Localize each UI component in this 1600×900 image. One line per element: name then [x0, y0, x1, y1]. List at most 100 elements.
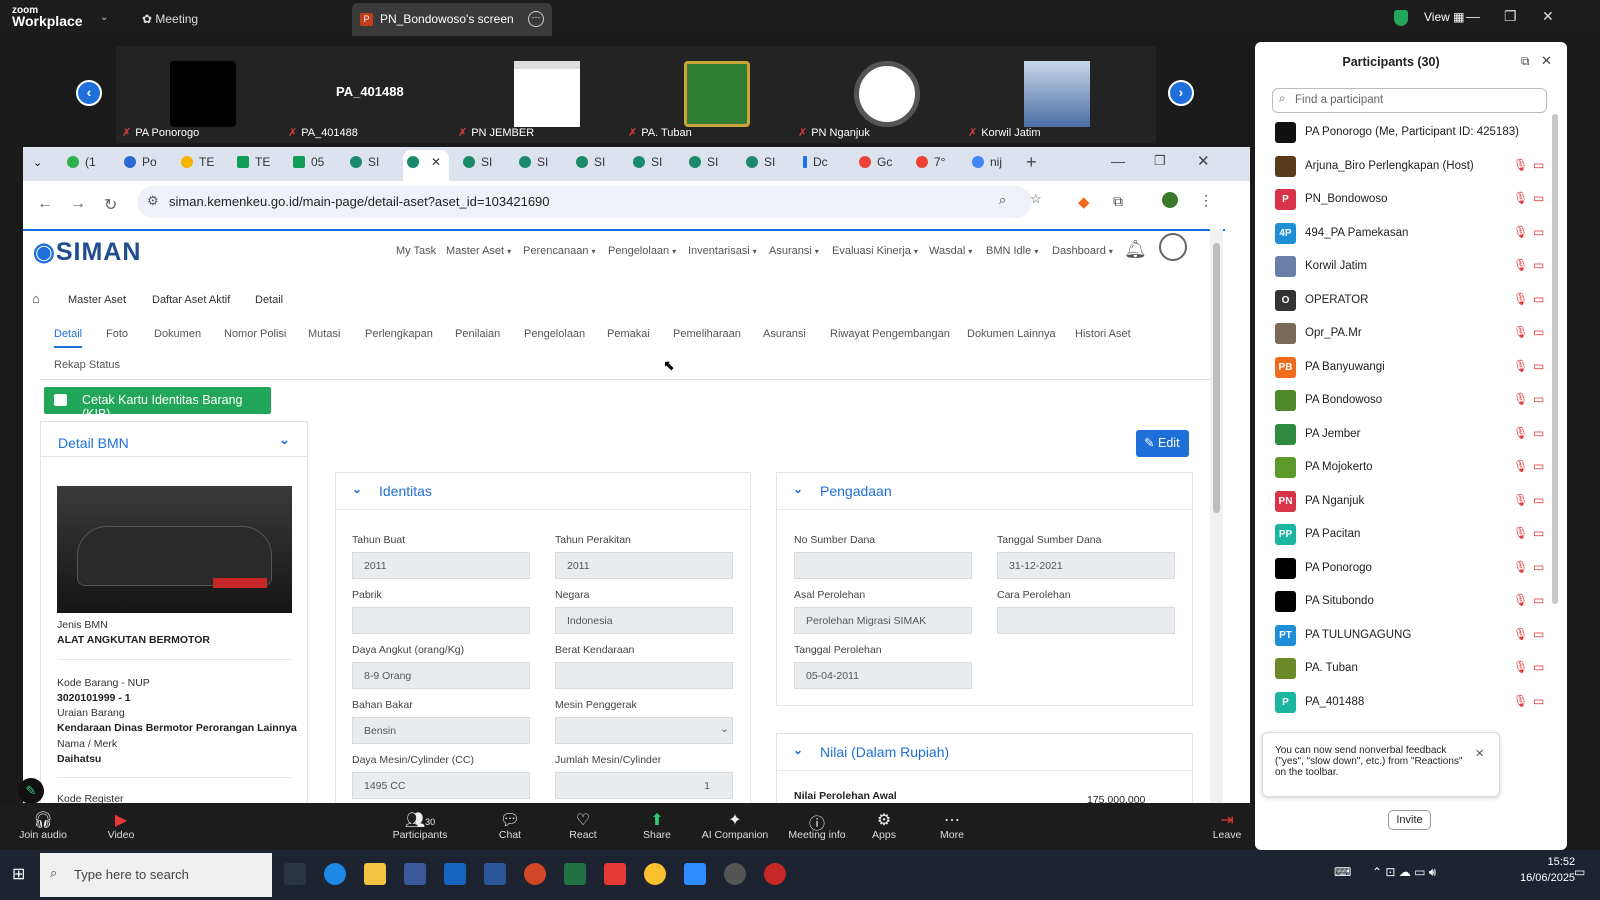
browser-minimize-icon[interactable]: —	[1111, 153, 1125, 169]
file-explorer-icon[interactable]	[364, 863, 386, 885]
keyboard-icon[interactable]: ⌨	[1334, 865, 1351, 879]
prev-page-button[interactable]: ‹	[76, 80, 102, 106]
nilai-header[interactable]: ⌄ Nilai (Dalam Rupiah)	[777, 734, 1192, 771]
video-button[interactable]: ▶︎ Video	[98, 810, 144, 841]
browser-menu-icon[interactable]: ⋮	[1199, 192, 1213, 209]
zoom-logo[interactable]: zoom Workplace	[12, 5, 83, 28]
daya-angkut-field[interactable]: 8-9 Orang	[352, 662, 530, 689]
tab-dokumen-lainnya[interactable]: Dokumen Lainnya	[967, 328, 1056, 340]
zoom-lens-icon[interactable]: ⌕	[999, 192, 1006, 208]
participant-row[interactable]: PN PA Nganjuk 🎙︎ ▭	[1275, 490, 1544, 524]
tab-search-icon[interactable]: ⌄	[33, 156, 42, 169]
share-button[interactable]: ⬆ Share	[636, 810, 678, 841]
meeting-info-button[interactable]: ⓘ Meeting info	[786, 810, 848, 841]
tab-pemakai[interactable]: Pemakai	[607, 328, 650, 340]
word-icon[interactable]	[484, 863, 506, 885]
back-icon[interactable]: ←	[37, 195, 53, 213]
minimize-icon[interactable]: —	[1466, 8, 1480, 24]
zoom-icon[interactable]	[684, 863, 706, 885]
react-button[interactable]: ♡ React	[562, 810, 604, 841]
tab-nomor-polisi[interactable]: Nomor Polisi	[224, 328, 286, 340]
edit-button[interactable]: ✎ Edit	[1136, 430, 1189, 457]
browser-restore-icon[interactable]: ❐	[1154, 153, 1166, 169]
panel-close-icon[interactable]: ✕	[1541, 53, 1552, 69]
bookmark-star-icon[interactable]: ☆	[1030, 191, 1042, 207]
invite-button[interactable]: Invite	[1388, 810, 1431, 830]
participant-row[interactable]: PA Ponorogo (Me, Participant ID: 425183)	[1275, 122, 1537, 155]
tanggal-sumber-dana-field[interactable]: 31-12-2021	[997, 552, 1175, 579]
menu-evaluasi-kinerja[interactable]: Evaluasi Kinerja ▾	[832, 245, 918, 257]
popout-icon[interactable]: ⧉	[1521, 54, 1530, 69]
bell-icon[interactable]: 🔔︎	[1124, 239, 1147, 260]
asal-perolehan-field[interactable]: Perolehan Migrasi SIMAK	[794, 607, 972, 634]
cara-perolehan-field[interactable]	[997, 607, 1175, 634]
chat-button[interactable]: 💬︎ Chat	[490, 810, 530, 841]
edge-icon[interactable]	[324, 863, 346, 885]
tab-penilaian[interactable]: Penilaian	[455, 328, 500, 340]
negara-field[interactable]: Indonesia	[555, 607, 733, 634]
menu-bmn-idle[interactable]: BMN Idle ▾	[986, 245, 1038, 257]
participant-row[interactable]: PA Ponorogo 🎙︎ ▭	[1275, 557, 1544, 591]
participant-row[interactable]: PB PA Banyuwangi 🎙︎ ▭	[1275, 356, 1544, 390]
participant-row[interactable]: Opr_PA.Mr 🎙︎ ▭	[1275, 323, 1544, 356]
tab-foto[interactable]: Foto	[106, 328, 128, 340]
store-icon[interactable]	[404, 863, 426, 885]
ai-companion-button[interactable]: ✦ AI Companion	[700, 810, 770, 841]
home-icon[interactable]: ⌂	[32, 291, 40, 306]
wps-icon[interactable]	[604, 863, 626, 885]
menu-dashboard[interactable]: Dashboard ▾	[1052, 245, 1113, 257]
participants-button[interactable]: 👥︎30 Participants	[388, 810, 452, 841]
menu-wasdal[interactable]: Wasdal ▾	[929, 245, 972, 257]
chevron-down-icon[interactable]: ⌄	[279, 432, 290, 448]
user-icon[interactable]	[1159, 233, 1187, 261]
chevron-down-icon[interactable]: ⌄	[793, 482, 803, 496]
url-field[interactable]: ⚙ siman.kemenkeu.go.id/main-page/detail-…	[137, 186, 1042, 218]
participant-row[interactable]: P PA_401488 🎙︎ ▭	[1275, 691, 1544, 725]
annotate-pen-icon[interactable]: ✎	[18, 778, 44, 804]
menu-inventarisasi[interactable]: Inventarisasi ▾	[688, 245, 757, 257]
pengadaan-header[interactable]: ⌄ Pengadaan	[777, 473, 1192, 510]
forward-icon[interactable]: →	[70, 195, 86, 213]
tab-perlengkapan[interactable]: Perlengkapan	[365, 328, 433, 340]
video-tile-pn-jember[interactable]	[514, 61, 580, 127]
tab-pengelolaan[interactable]: Pengelolaan	[524, 328, 585, 340]
daya-mesin-field[interactable]: 1495 CC	[352, 772, 530, 799]
tab-asuransi[interactable]: Asuransi	[763, 328, 806, 340]
menu-master-aset[interactable]: Master Aset ▾	[446, 245, 511, 257]
maximize-icon[interactable]: ❐	[1504, 8, 1517, 25]
participant-row[interactable]: PA. Tuban 🎙︎ ▭	[1275, 658, 1544, 691]
meeting-tab[interactable]: ✿ Meeting	[142, 12, 198, 26]
chevron-down-icon[interactable]: ⌄	[352, 482, 362, 496]
close-icon[interactable]: ✕	[1542, 8, 1554, 25]
tanggal-perolehan-field[interactable]: 05-04-2011	[794, 662, 972, 689]
more-icon[interactable]: ···	[528, 11, 544, 27]
settings-icon[interactable]	[724, 863, 746, 885]
tray-icons[interactable]: ⌃ ⊡ ☁ ▭ 🔊︎	[1372, 865, 1436, 880]
extension-icon[interactable]: ◆	[1078, 193, 1090, 211]
reload-icon[interactable]: ↻	[104, 195, 117, 215]
excel-icon[interactable]	[564, 863, 586, 885]
menu-asuransi[interactable]: Asuransi ▾	[769, 245, 819, 257]
participant-row[interactable]: PA Jember 🎙︎ ▭	[1275, 423, 1544, 457]
notification-icon[interactable]: ▭	[1574, 865, 1585, 879]
clock[interactable]: 15:52 16/06/2025	[1520, 854, 1575, 886]
new-tab-button[interactable]: +	[1026, 152, 1037, 173]
participant-list-scrollbar[interactable]	[1552, 114, 1558, 604]
site-info-icon[interactable]: ⚙	[147, 193, 159, 209]
bahan-bakar-field[interactable]: Bensin	[352, 717, 530, 744]
join-audio-button[interactable]: 🎧︎ Join audio	[16, 810, 70, 841]
scrollbar-thumb[interactable]	[1213, 243, 1220, 513]
participant-row[interactable]: PA Bondowoso 🎙︎ ▭	[1275, 390, 1544, 423]
tab-detail[interactable]: Detail	[54, 328, 83, 348]
breadcrumb-daftar-aset[interactable]: Daftar Aset Aktif	[152, 294, 230, 306]
leave-button[interactable]: ⇥ Leave	[1208, 810, 1246, 841]
no-sumber-dana-field[interactable]	[794, 552, 972, 579]
siman-logo[interactable]: ◉SIMAN	[33, 237, 141, 267]
participant-row[interactable]: Korwil Jatim 🎙︎ ▭	[1275, 256, 1544, 289]
tab-mutasi[interactable]: Mutasi	[308, 328, 340, 340]
next-page-button[interactable]: ›	[1168, 80, 1194, 106]
taskbar-search-input[interactable]: ⌕ Type here to search	[40, 853, 272, 897]
menu-my-task[interactable]: My Task	[396, 245, 436, 257]
tab-riwayat-pengembangan[interactable]: Riwayat Pengembangan	[830, 328, 950, 340]
mesin-penggerak-select[interactable]: ⌄	[555, 717, 733, 744]
